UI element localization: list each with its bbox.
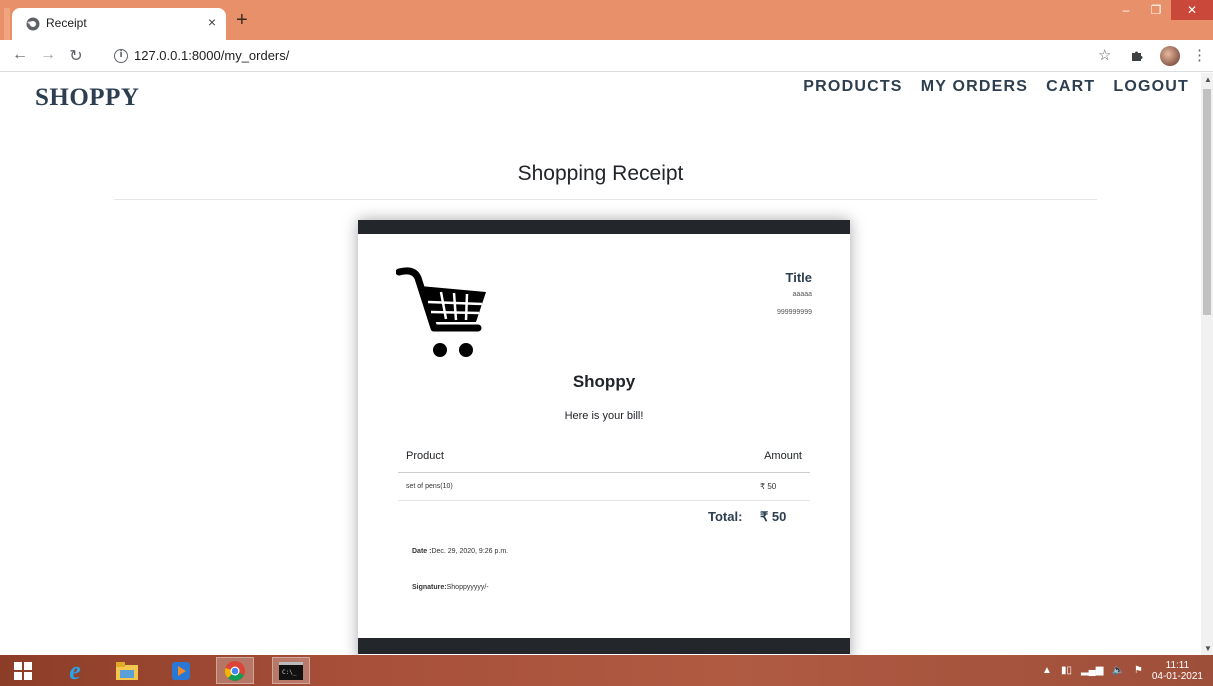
receipt-brand: Shoppy xyxy=(572,372,636,391)
system-tray: ▲ ▮▯ ▂▄▆ 🔈 ⚑ 11:11 04-01-2021 xyxy=(1042,655,1213,686)
bill-table: Product Amount set of pens(10) ₹ 50 Tota… xyxy=(398,440,810,531)
total-label: Total: xyxy=(708,509,743,524)
nav-logout[interactable]: LOGOUT xyxy=(1113,78,1189,96)
signature-label: Signature: xyxy=(412,584,447,591)
receipt-card: Title aaaaa 999999999 Shoppy Here is you… xyxy=(358,220,850,655)
show-hidden-icons-icon[interactable]: ▲ xyxy=(1042,665,1052,676)
scroll-up-arrow-icon[interactable]: ▲ xyxy=(1204,75,1212,84)
signal-strength-icon[interactable]: ▂▄▆ xyxy=(1081,665,1103,676)
globe-icon xyxy=(26,17,40,31)
page-scrollbar[interactable]: ▲ ▼ xyxy=(1201,73,1213,655)
receipt-subtitle: Here is your bill! xyxy=(564,410,644,422)
reload-icon[interactable]: ↻ xyxy=(66,46,86,66)
store-info: Title aaaaa 999999999 xyxy=(777,270,812,316)
media-player-icon[interactable] xyxy=(162,657,200,684)
date-value: Dec. 29, 2020, 9:26 p.m. xyxy=(431,548,509,555)
site-nav: PRODUCTS MY ORDERS CART LOGOUT xyxy=(785,78,1189,96)
command-prompt-icon[interactable]: C:\_ xyxy=(272,657,310,684)
date-label: Date : xyxy=(412,548,432,555)
clock-time: 11:11 xyxy=(1165,659,1190,671)
order-date: Date :Dec. 29, 2020, 9:26 p.m. xyxy=(412,548,508,555)
page-viewport: SHOPPY PRODUCTS MY ORDERS CART LOGOUT Sh… xyxy=(0,73,1201,655)
system-clock[interactable]: 11:11 04-01-2021 xyxy=(1152,660,1203,682)
windows-taskbar: e C:\_ ▲ ▮▯ ▂▄▆ 🔈 ⚑ 11:11 04-01-2021 xyxy=(0,655,1213,686)
clock-date: 04-01-2021 xyxy=(1151,670,1203,682)
site-brand[interactable]: SHOPPY xyxy=(35,84,139,112)
nav-products[interactable]: PRODUCTS xyxy=(803,78,902,96)
bill-header: Product Amount xyxy=(398,440,810,473)
signature-value: Shoppyyyyy/- xyxy=(446,584,489,591)
nav-my-orders[interactable]: MY ORDERS xyxy=(921,78,1028,96)
column-header-product: Product xyxy=(406,450,444,462)
action-center-flag-icon[interactable]: ⚑ xyxy=(1134,665,1143,676)
item-product: set of pens(10) xyxy=(406,483,453,490)
scrollbar-thumb[interactable] xyxy=(1203,89,1211,315)
signature: Signature:Shoppyyyyy/- xyxy=(412,584,489,591)
store-address: aaaaa xyxy=(792,291,812,298)
store-title: Title xyxy=(785,270,813,285)
new-tab-button[interactable]: + xyxy=(236,10,248,30)
restore-button[interactable]: ❐ xyxy=(1141,0,1171,20)
internet-explorer-icon[interactable]: e xyxy=(56,657,94,684)
nav-cart[interactable]: CART xyxy=(1046,78,1095,96)
chrome-icon[interactable] xyxy=(216,657,254,684)
close-window-button[interactable]: ✕ xyxy=(1171,0,1213,20)
info-icon[interactable]: i xyxy=(114,49,128,63)
total-value: ₹ 50 xyxy=(760,509,787,524)
windows-start-icon[interactable] xyxy=(4,657,42,684)
scroll-down-arrow-icon[interactable]: ▼ xyxy=(1204,644,1212,653)
network-icon[interactable]: ▮▯ xyxy=(1061,665,1072,676)
page-title: Shopping Receipt xyxy=(517,162,684,185)
window-controls: – ❐ ✕ xyxy=(1111,0,1213,22)
heading-divider xyxy=(114,199,1097,200)
address-bar[interactable]: i 127.0.0.1:8000/my_orders/ xyxy=(100,44,1085,68)
svg-text:C:\_: C:\_ xyxy=(282,669,297,676)
profile-avatar[interactable] xyxy=(1160,46,1180,66)
column-header-amount: Amount xyxy=(764,450,802,462)
file-explorer-icon[interactable] xyxy=(108,657,146,684)
menu-kebab-icon[interactable]: ⋮ xyxy=(1192,46,1207,64)
bill-total-row: Total: ₹ 50 xyxy=(398,501,810,531)
browser-titlebar: Receipt × + – ❐ ✕ xyxy=(0,0,1213,40)
extensions-puzzle-icon[interactable] xyxy=(1130,48,1144,62)
tab-strip-accent xyxy=(4,8,10,40)
forward-arrow-icon[interactable]: → xyxy=(38,46,58,64)
url-text[interactable]: 127.0.0.1:8000/my_orders/ xyxy=(134,48,289,63)
item-amount: ₹ 50 xyxy=(760,482,777,491)
back-arrow-icon[interactable]: ← xyxy=(10,46,30,64)
receipt-bottom-band xyxy=(358,638,850,654)
store-phone: 999999999 xyxy=(776,309,812,316)
tab-close-icon[interactable]: × xyxy=(208,14,216,30)
browser-toolbar: ← → ↻ i 127.0.0.1:8000/my_orders/ ☆ ⋮ xyxy=(0,40,1213,72)
browser-tab-receipt[interactable]: Receipt × xyxy=(12,8,226,40)
shopping-cart-icon xyxy=(396,267,486,357)
volume-icon[interactable]: 🔈 xyxy=(1112,665,1124,676)
receipt-top-band xyxy=(358,220,850,234)
table-row: set of pens(10) ₹ 50 xyxy=(398,473,810,501)
bookmark-star-icon[interactable]: ☆ xyxy=(1098,46,1111,64)
tab-title: Receipt xyxy=(46,16,87,30)
minimize-button[interactable]: – xyxy=(1111,0,1141,20)
